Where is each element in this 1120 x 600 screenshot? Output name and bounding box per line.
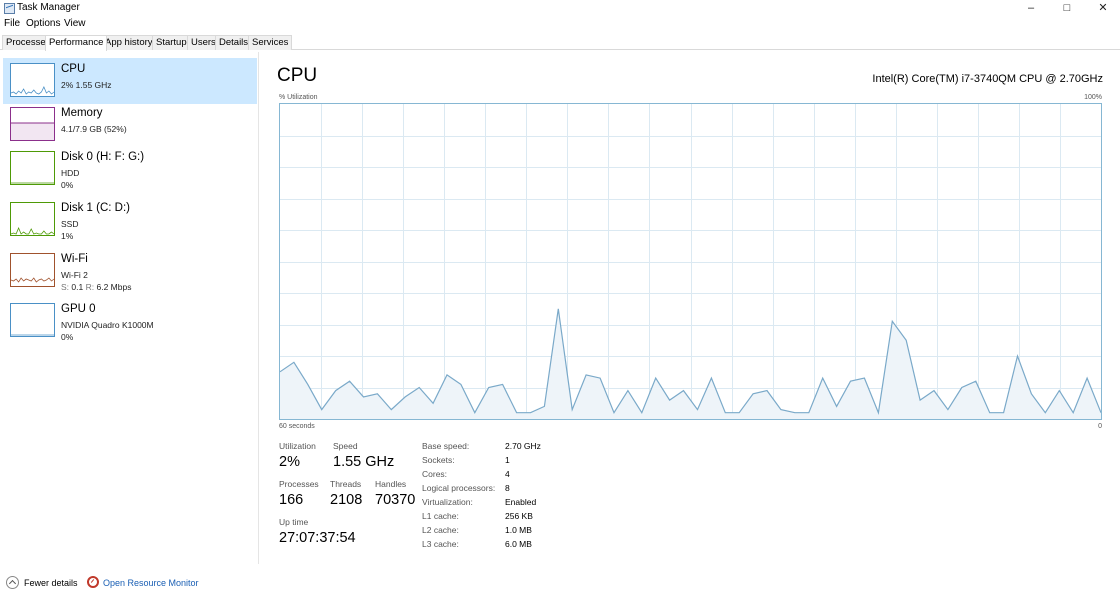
sidebar-item-detail: NVIDIA Quadro K1000M: [61, 320, 154, 330]
detail-value: 1.0 MB: [505, 525, 532, 535]
thumbnail-svg: [10, 151, 55, 185]
detail-value: 8: [505, 483, 510, 493]
threads-label: Threads: [330, 479, 362, 489]
sidebar-item-detail: 1%: [61, 231, 74, 241]
window-title: Task Manager: [17, 2, 80, 13]
cpu-utilization-chart: [280, 104, 1101, 419]
processes-value: 166: [279, 492, 304, 508]
detail-label: Base speed:: [422, 441, 470, 451]
fewer-details-button[interactable]: Fewer details: [24, 578, 78, 588]
resource-monitor-icon: [87, 576, 99, 588]
thumbnail-svg: [10, 107, 55, 141]
sidebar-item-detail: 2% 1.55 GHz: [61, 80, 112, 90]
footer: Fewer details Open Resource Monitor: [0, 572, 400, 594]
memory-thumbnail-graph: [10, 107, 55, 141]
handles-value: 70370: [375, 492, 416, 508]
detail-label: L1 cache:: [422, 511, 459, 521]
detail-label: L2 cache:: [422, 525, 459, 535]
menu-options[interactable]: Options: [26, 18, 60, 29]
utilization-label: Utilization: [279, 441, 316, 451]
resource-list: CPU 2% 1.55 GHz Memory 4.1/7.9 GB (52%) …: [0, 52, 259, 564]
cpu-model-name: Intel(R) Core(TM) i7-3740QM CPU @ 2.70GH…: [872, 73, 1103, 85]
tab-performance[interactable]: Performance: [45, 35, 108, 51]
detail-label: L3 cache:: [422, 539, 459, 549]
sidebar-item-label: Wi-Fi: [61, 253, 88, 265]
time-axis-label: 60 seconds: [279, 423, 315, 430]
menu-file[interactable]: File: [4, 18, 20, 29]
detail-value: 1: [505, 455, 510, 465]
menu-view[interactable]: View: [64, 18, 86, 29]
receive-value: 6.2 Mbps: [96, 282, 132, 292]
thumbnail-svg: [10, 202, 55, 236]
detail-label: Logical processors:: [422, 483, 496, 493]
task-manager-icon: [4, 3, 15, 14]
chevron-up-icon[interactable]: [6, 576, 19, 589]
sidebar-item-label: GPU 0: [61, 303, 96, 315]
thumbnail-frame: [10, 303, 55, 337]
detail-label: Virtualization:: [422, 497, 473, 507]
uptime-value: 27:07:37:54: [279, 530, 356, 546]
detail-value: 4: [505, 469, 510, 479]
sidebar-item-detail: SSD: [61, 219, 79, 229]
title-bar: Task Manager – □ ✕: [0, 0, 1120, 17]
sidebar-item-detail: 0%: [61, 332, 74, 342]
sidebar-item-detail: 0%: [61, 180, 74, 190]
utilization-axis-max: 100%: [1084, 94, 1102, 101]
detail-value: 256 KB: [505, 511, 533, 521]
tab-services[interactable]: Services: [248, 35, 293, 50]
page-title: CPU: [277, 65, 318, 86]
uptime-label: Up time: [279, 517, 309, 527]
detail-label: Cores:: [422, 469, 448, 479]
close-button[interactable]: ✕: [1080, 0, 1120, 17]
disk-0-thumbnail-graph: [10, 151, 55, 185]
tab-app-history[interactable]: App history: [101, 35, 157, 50]
memory-fill: [11, 123, 54, 140]
sidebar-item-cpu[interactable]: CPU 2% 1.55 GHz: [3, 58, 257, 104]
sidebar-item-memory[interactable]: Memory 4.1/7.9 GB (52%): [3, 102, 257, 148]
tab-bar: Processes Performance App history Startu…: [0, 35, 1120, 51]
sidebar-item-detail: Wi-Fi 2: [61, 270, 88, 280]
utilization-value: 2%: [279, 454, 300, 470]
thumbnail-svg: [10, 63, 55, 97]
sidebar-item-gpu-0[interactable]: GPU 0 NVIDIA Quadro K1000M 0%: [3, 298, 257, 344]
menu-bar: File Options View: [0, 17, 300, 32]
thumbnail-svg: [10, 253, 55, 287]
speed-value: 1.55 GHz: [333, 454, 395, 470]
open-resource-monitor-link[interactable]: Open Resource Monitor: [103, 578, 199, 588]
handles-label: Handles: [375, 479, 407, 489]
receive-label: R:: [85, 282, 95, 292]
tab-details[interactable]: Details: [215, 35, 253, 50]
wifi-thumbnail-graph: [10, 253, 55, 287]
detail-value: 6.0 MB: [505, 539, 532, 549]
send-value: 0.1: [71, 282, 84, 292]
sidebar-item-detail: 4.1/7.9 GB (52%): [61, 124, 127, 134]
disk-1-thumbnail-graph: [10, 202, 55, 236]
time-axis-end: 0: [1098, 423, 1102, 430]
tab-startup[interactable]: Startup: [152, 35, 191, 50]
thumbnail-frame: [10, 202, 55, 236]
cpu-utilization-graph: [279, 103, 1102, 420]
gpu-0-thumbnail-graph: [10, 303, 55, 337]
cpu-thumbnail-graph: [10, 63, 55, 97]
processes-label: Processes: [279, 479, 319, 489]
sidebar-item-detail: HDD: [61, 168, 80, 178]
utilization-axis-label: % Utilization: [279, 94, 318, 101]
sidebar-item-label: Disk 0 (H: F: G:): [61, 151, 145, 163]
wifi-throughput: S: 0.1 R: 6.2 Mbps: [61, 282, 131, 292]
threads-value: 2108: [330, 492, 363, 508]
sidebar-item-label: Memory: [61, 107, 103, 119]
sidebar-item-disk-1[interactable]: Disk 1 (C: D:) SSD 1%: [3, 197, 257, 243]
detail-label: Sockets:: [422, 455, 455, 465]
speed-label: Speed: [333, 441, 358, 451]
sidebar-item-label: CPU: [61, 63, 86, 75]
sidebar-item-disk-0[interactable]: Disk 0 (H: F: G:) HDD 0%: [3, 146, 257, 192]
thumbnail-svg: [10, 303, 55, 337]
sidebar-item-label: Disk 1 (C: D:): [61, 202, 130, 214]
sidebar-item-wifi[interactable]: Wi-Fi Wi-Fi 2 S: 0.1 R: 6.2 Mbps: [3, 248, 257, 294]
send-label: S:: [61, 282, 70, 292]
detail-value: Enabled: [505, 497, 537, 507]
detail-value: 2.70 GHz: [505, 441, 541, 451]
thumbnail-frame: [10, 151, 55, 185]
thumbnail-frame: [10, 253, 55, 287]
